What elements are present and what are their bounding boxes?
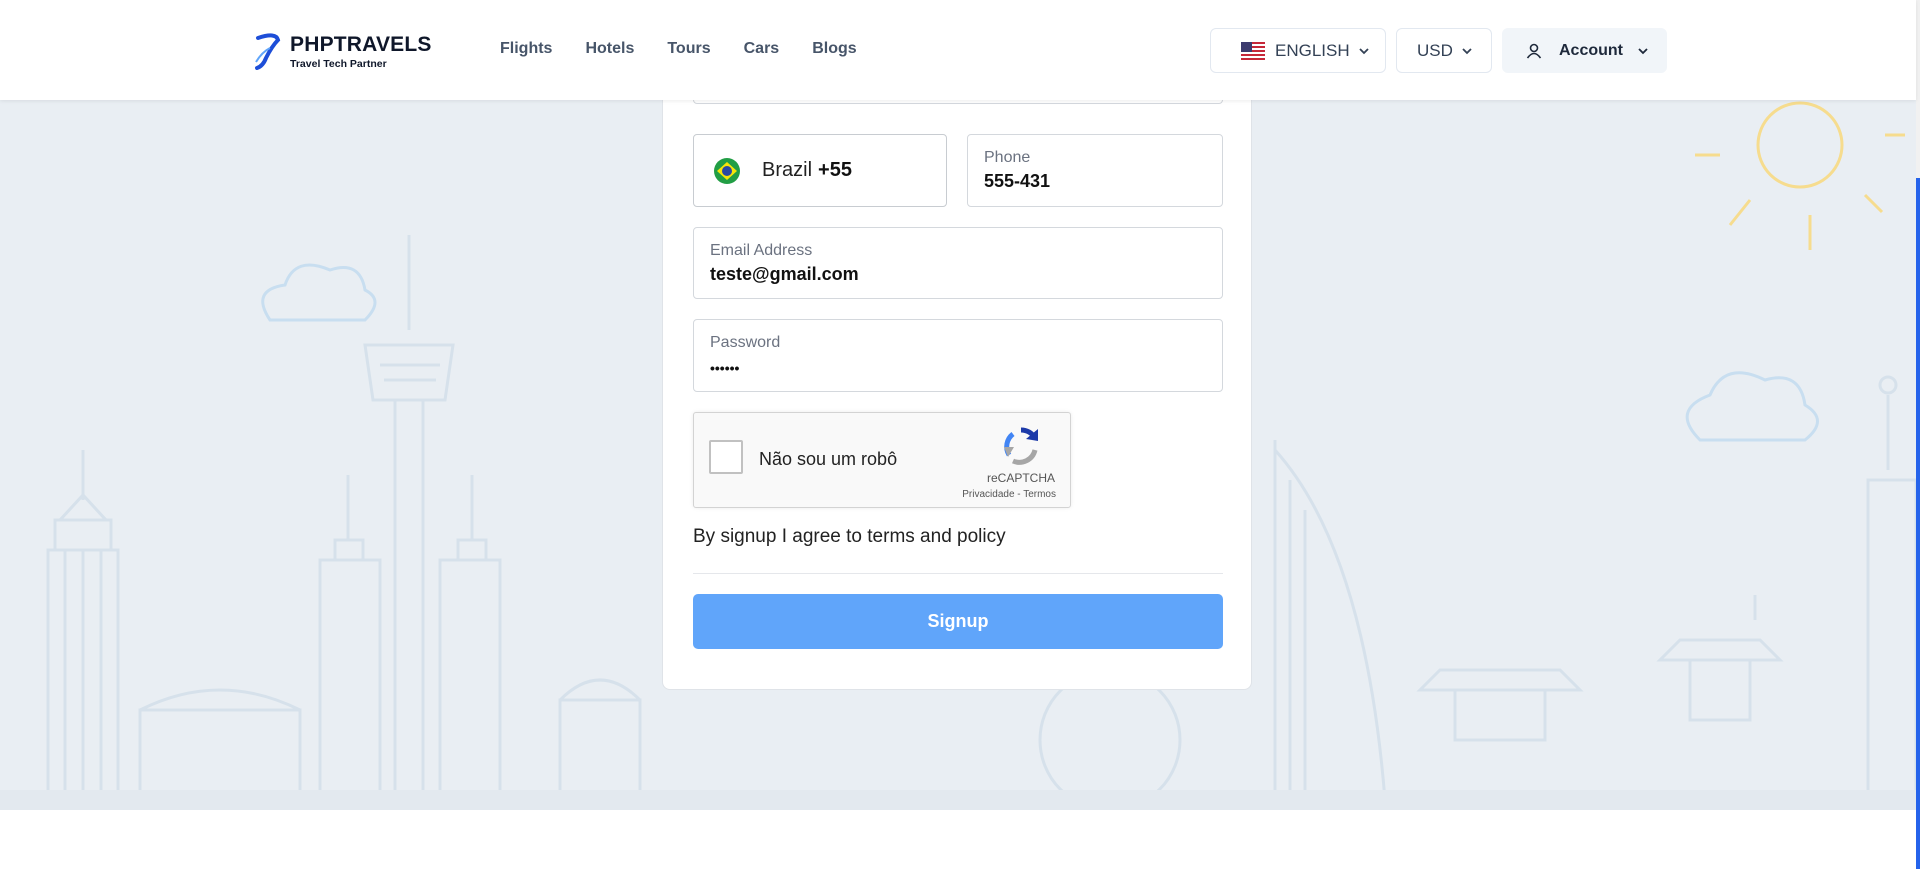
- currency-selector[interactable]: USD: [1396, 28, 1492, 73]
- scrollbar-thumb[interactable]: [1916, 178, 1920, 869]
- signup-card: Brazil +55 Phone 555-431 Email Address t…: [662, 51, 1252, 690]
- phone-field[interactable]: Phone 555-431: [967, 134, 1223, 207]
- recaptcha-links[interactable]: Privacidade - Termos: [962, 489, 1056, 500]
- brand-title: PHPTRAVELS: [290, 32, 432, 56]
- main-nav: Flights Hotels Tours Cars Blogs: [500, 40, 890, 58]
- currency-label: USD: [1417, 40, 1453, 60]
- nav-blogs[interactable]: Blogs: [812, 40, 856, 58]
- terms-text: By signup I agree to terms and policy: [693, 526, 1006, 547]
- recaptcha-logo-icon: [1004, 427, 1038, 465]
- top-header: PHPTRAVELS Travel Tech Partner Flights H…: [0, 0, 1916, 100]
- password-field[interactable]: Password ••••••: [693, 319, 1223, 392]
- logo-icon: [255, 33, 281, 70]
- language-selector[interactable]: ENGLISH: [1210, 28, 1386, 73]
- vertical-scrollbar[interactable]: [1916, 0, 1920, 869]
- nav-flights[interactable]: Flights: [500, 40, 552, 58]
- email-value: teste@gmail.com: [710, 264, 859, 284]
- user-icon: [1526, 43, 1542, 58]
- nav-hotels[interactable]: Hotels: [585, 40, 634, 58]
- account-menu[interactable]: Account: [1502, 28, 1667, 73]
- nav-cars[interactable]: Cars: [744, 40, 780, 58]
- phone-value: 555-431: [984, 171, 1051, 191]
- country-select[interactable]: Brazil +55: [693, 134, 947, 207]
- us-flag-icon: [1241, 41, 1265, 60]
- password-value: ••••••: [710, 360, 740, 376]
- recaptcha-checkbox[interactable]: [709, 440, 743, 474]
- country-name: Brazil: [762, 159, 813, 181]
- recaptcha-widget: Não sou um robô reCAPTCHA Privacidade - …: [693, 412, 1071, 508]
- chevron-down-icon: [1638, 47, 1648, 54]
- nav-tours[interactable]: Tours: [667, 40, 710, 58]
- brazil-flag-icon: [714, 157, 740, 184]
- brand-subtitle: Travel Tech Partner: [290, 57, 387, 70]
- recaptcha-brand: reCAPTCHA: [986, 471, 1055, 485]
- account-label: Account: [1559, 41, 1623, 59]
- email-field[interactable]: Email Address teste@gmail.com: [693, 227, 1223, 299]
- recaptcha-label: Não sou um robô: [759, 449, 898, 469]
- chevron-down-icon: [1359, 47, 1369, 54]
- phone-label: Phone: [984, 149, 1031, 166]
- brand-logo[interactable]: PHPTRAVELS Travel Tech Partner: [252, 32, 432, 70]
- chevron-down-icon: [1462, 47, 1472, 54]
- language-label: ENGLISH: [1275, 40, 1350, 60]
- password-label: Password: [710, 334, 781, 351]
- country-code: +55: [818, 159, 852, 181]
- email-label: Email Address: [710, 242, 813, 259]
- signup-button[interactable]: Signup: [693, 594, 1223, 649]
- divider: [693, 573, 1223, 574]
